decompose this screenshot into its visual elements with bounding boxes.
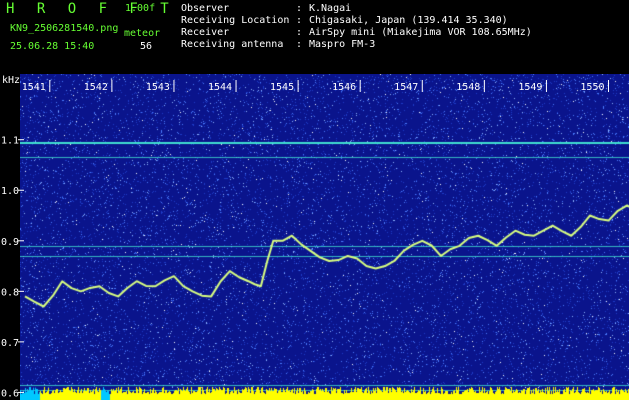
antenna-value: Maspro FM-3 (309, 39, 376, 50)
location-label: Receiving Location (181, 15, 290, 26)
x-tick-label: 1541 (22, 82, 46, 93)
antenna-label: Receiving antenna (181, 39, 284, 50)
y-tick-label: 1.0 (1, 186, 19, 197)
x-tick-label: 1550 (580, 82, 604, 93)
receiver-colon: : (296, 27, 303, 38)
location-colon: : (296, 15, 303, 26)
y-axis-unit: kHz (2, 75, 20, 86)
app-version: 1.00f (125, 3, 156, 14)
x-tick-label: 1542 (84, 82, 108, 93)
meteor-count-value: 56 (140, 41, 153, 52)
y-tick-label: 1.1 (1, 136, 19, 147)
y-tick-label: 0.7 (1, 338, 19, 349)
x-tick-label: 1547 (394, 82, 418, 93)
file-name: KN9_2506281540.png (10, 23, 119, 34)
y-tick-label: 0.8 (1, 287, 19, 298)
receiver-value: AirSpy mini (Miakejima VOR 108.65MHz) (309, 27, 532, 38)
y-tick-label: 0.6 (1, 388, 19, 399)
antenna-colon: : (296, 39, 303, 50)
header-panel: H R O F F T 1.00f KN9_2506281540.png met… (0, 0, 629, 74)
observer-colon: : (296, 3, 303, 14)
receiver-label: Receiver (181, 27, 230, 38)
observer-value: K.Nagai (309, 3, 352, 14)
y-tick-label: 0.9 (1, 237, 19, 248)
spectrogram-axes: kHz1541 1542 1543 1544 1545 1546 1547 1548 1549 1… (1, 75, 610, 399)
observer-label: Observer (181, 3, 230, 14)
x-tick-label: 1544 (208, 82, 232, 93)
x-tick-label: 1545 (270, 82, 294, 93)
meteor-count-label: meteor (124, 28, 161, 39)
x-tick-label: 1543 (146, 82, 170, 93)
location-value: Chigasaki, Japan (139.414 35.340) (309, 15, 508, 26)
x-tick-label: 1549 (518, 82, 542, 93)
x-tick-label: 1548 (456, 82, 480, 93)
observation-datetime: 25.06.28 15:40 (10, 41, 95, 52)
x-tick-label: 1546 (332, 82, 356, 93)
